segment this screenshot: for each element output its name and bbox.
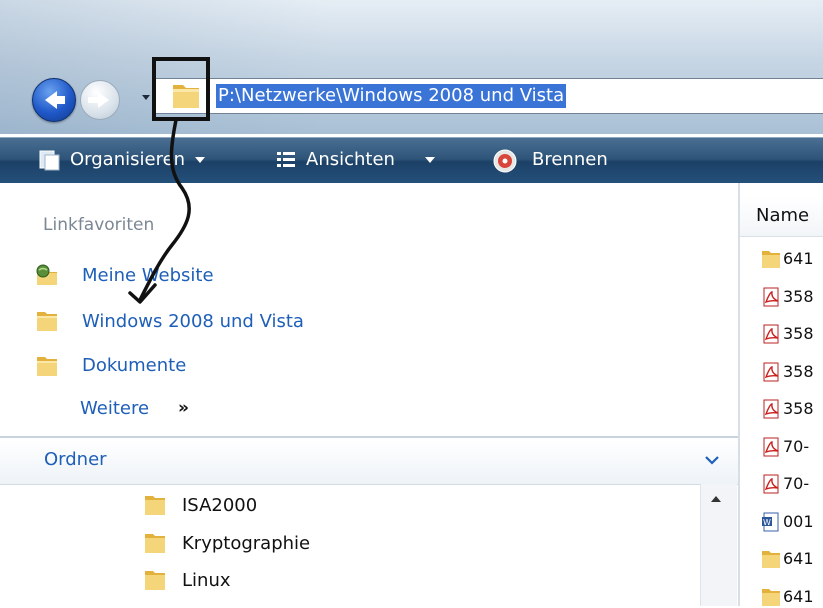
more-favorites-link[interactable]: Weitere	[80, 398, 149, 419]
file-list-item[interactable]: 641	[783, 248, 814, 270]
forward-arrow-icon	[87, 92, 109, 108]
pdf-icon	[763, 324, 779, 344]
file-list-item[interactable]: 358	[783, 286, 814, 308]
website-icon	[36, 264, 57, 285]
pdf-icon	[763, 287, 779, 307]
annotation-highlight-box	[152, 57, 210, 121]
pdf-icon	[763, 437, 779, 457]
pdf-icon	[763, 474, 779, 494]
double-chevron-right-icon[interactable]: »	[178, 398, 189, 418]
folder-icon	[145, 534, 165, 553]
file-list-item[interactable]: 001	[783, 511, 814, 533]
folder-icon	[145, 496, 165, 515]
folder-icon	[762, 589, 780, 606]
organize-button[interactable]: Organisieren	[70, 148, 206, 172]
scroll-up-icon[interactable]	[711, 496, 721, 502]
organize-label: Organisieren	[70, 149, 186, 170]
views-icon	[277, 152, 295, 167]
views-button[interactable]: Ansichten	[306, 148, 435, 172]
folder-icon	[145, 571, 165, 590]
file-list-item[interactable]: 70-	[783, 473, 809, 495]
svg-text:W: W	[763, 518, 771, 527]
folder-icon	[762, 551, 780, 568]
navigation-pane	[0, 183, 738, 606]
forward-button[interactable]	[80, 80, 120, 120]
file-list-item[interactable]: 641	[783, 548, 814, 570]
name-column-label[interactable]: Name	[756, 205, 809, 226]
chevron-down-icon	[424, 157, 435, 163]
folder-tree-item-isa2000[interactable]: ISA2000	[182, 493, 257, 519]
file-list-item[interactable]: 358	[783, 323, 814, 345]
file-list-pane	[740, 183, 823, 606]
recent-pages-dropdown[interactable]	[142, 95, 150, 100]
favorite-link-dokumente[interactable]: Dokumente	[82, 353, 186, 379]
favorite-link-windows-2008-und-vista[interactable]: Windows 2008 und Vista	[82, 309, 304, 335]
folder-tree-scrollbar[interactable]	[700, 484, 737, 606]
folder-tree-item-kryptographie[interactable]: Kryptographie	[182, 531, 310, 557]
chevron-down-icon[interactable]	[704, 454, 720, 466]
address-path[interactable]: P:\Netzwerke\Windows 2008 und Vista	[216, 84, 567, 108]
favorite-link-meine-website[interactable]: Meine Website	[82, 263, 214, 289]
folder-icon	[762, 251, 780, 268]
file-list-item[interactable]: 358	[783, 361, 814, 383]
folder-icon	[37, 357, 57, 376]
file-list-item[interactable]: 358	[783, 398, 814, 420]
folder-tree-item-linux[interactable]: Linux	[182, 568, 231, 594]
word-icon: W	[762, 512, 779, 532]
views-label: Ansichten	[306, 149, 395, 170]
burn-disc-icon	[493, 149, 517, 173]
folder-icon	[37, 312, 57, 331]
folders-header[interactable]	[0, 438, 738, 485]
pdf-icon	[763, 399, 779, 419]
file-list-item[interactable]: 641	[783, 586, 814, 608]
folders-heading[interactable]: Ordner	[44, 449, 107, 470]
favorites-heading: Linkfavoriten	[43, 215, 155, 235]
file-list-item[interactable]: 70-	[783, 436, 809, 458]
burn-button[interactable]: Brennen	[532, 148, 608, 172]
burn-label: Brennen	[532, 149, 608, 170]
chevron-down-icon	[195, 157, 206, 163]
pdf-icon	[763, 362, 779, 382]
back-arrow-icon	[45, 91, 65, 109]
organize-icon	[39, 150, 60, 171]
back-button[interactable]	[32, 78, 76, 122]
